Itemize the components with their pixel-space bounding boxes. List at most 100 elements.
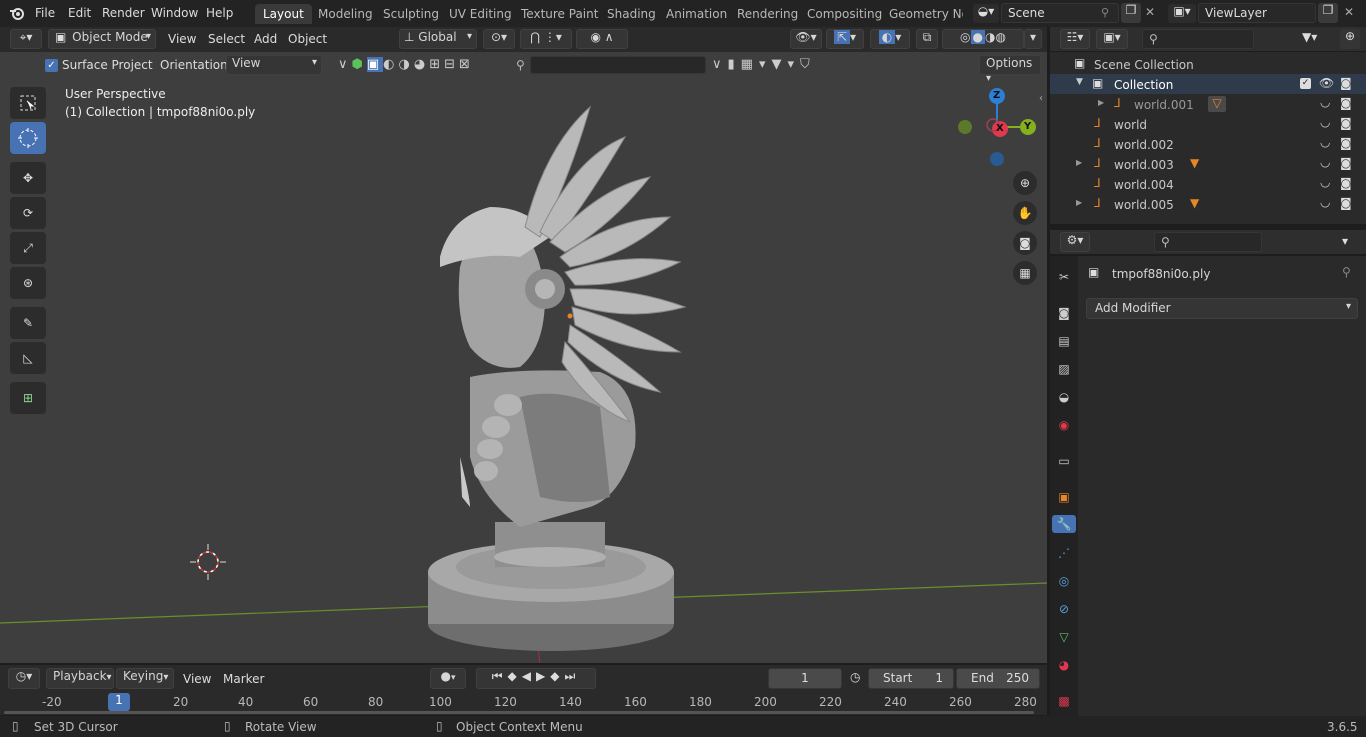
modifier-wrench-icon[interactable]: ▽	[1208, 96, 1226, 112]
jump-start-icon[interactable]: ⏮	[492, 669, 508, 683]
playback-controls[interactable]: ⏮◆◀▶◆⏭	[476, 668, 596, 689]
pan-hand-icon[interactable]: ✋	[1013, 201, 1037, 225]
menu-help[interactable]: Help	[206, 6, 233, 20]
pivot-point-icon[interactable]: ⊙▾	[483, 29, 515, 49]
menu-object[interactable]: Object	[288, 32, 327, 46]
view-layer-icon[interactable]: ▣▾	[1168, 4, 1196, 23]
outliner-item-world-003[interactable]: ▶ ⅃ world.003 ▼ ◡ ◙	[1050, 154, 1366, 174]
collection-row[interactable]: ▼ ▣ Collection ✓ 👁 ◙	[1050, 74, 1366, 94]
tab-texture-paint[interactable]: Texture Paint	[513, 4, 606, 24]
render-camera-icon[interactable]: ◙	[1340, 96, 1352, 110]
outliner-item-world-005[interactable]: ▶ ⅃ world.005 ▼ ◡ ◙	[1050, 194, 1366, 214]
rendered-shading-icon[interactable]: ◍	[995, 30, 1005, 44]
expand-arrow-icon[interactable]: ▶	[1076, 198, 1082, 207]
cursor-tool[interactable]	[10, 122, 46, 154]
particles-tab-icon[interactable]: ⋰	[1055, 544, 1073, 562]
rotate-tool[interactable]: ⟳	[10, 197, 46, 229]
physics-tab-icon[interactable]: ◎	[1055, 572, 1073, 590]
hide-eye-icon[interactable]: ◡	[1320, 155, 1330, 169]
stopwatch-icon[interactable]: ◷	[850, 670, 860, 684]
display-mode-icon[interactable]: ▣▾	[1096, 29, 1128, 49]
orientation-dropdown[interactable]: View ▾	[226, 55, 322, 75]
xray-toggle-icon[interactable]: ⧉	[916, 29, 938, 49]
current-frame-field[interactable]: 1	[768, 668, 842, 689]
modifier-icon[interactable]: ▼	[1190, 196, 1199, 210]
modifier-tab-icon[interactable]: 🔧	[1052, 515, 1076, 533]
filter-funnel-icon[interactable]: ▼▾	[1302, 30, 1317, 44]
expand-arrow-icon[interactable]: ▶	[1098, 98, 1104, 107]
tab-layout[interactable]: Layout	[255, 4, 312, 24]
measure-tool[interactable]: ◺	[10, 342, 46, 374]
render-camera-icon[interactable]: ◙	[1340, 116, 1352, 130]
tab-shading[interactable]: Shading	[599, 4, 664, 24]
output-tab-icon[interactable]: ▤	[1055, 332, 1073, 350]
data-tab-icon[interactable]: ▽	[1055, 628, 1073, 646]
properties-options-icon[interactable]: ▾	[1342, 234, 1348, 248]
solid-shading-icon[interactable]: ●	[970, 30, 985, 44]
blender-logo-icon[interactable]	[9, 5, 25, 21]
outliner-item-world-001[interactable]: ▶ ⅃ world.001 ▽ ◡ ◙	[1050, 94, 1366, 114]
transform-tool[interactable]: ⊛	[10, 267, 46, 299]
editor-type-icon[interactable]: ⌖▾	[10, 29, 42, 49]
move-tool[interactable]: ✥	[10, 162, 46, 194]
shading-modes[interactable]: ◎ ● ◑◍	[942, 29, 1024, 49]
timeline-scrollbar[interactable]	[4, 711, 1034, 714]
modifier-icon[interactable]: ▼	[1190, 156, 1199, 170]
shading-options-icon[interactable]: ▾	[1024, 29, 1042, 49]
snap-elements-icons[interactable]: ∨⬢▣◐◑◕⊞⊟⊠	[338, 57, 474, 72]
object-tab-icon[interactable]: ▣	[1055, 488, 1073, 506]
hide-eye-icon[interactable]: ◡	[1320, 135, 1330, 149]
new-scene-icon[interactable]: ❐	[1121, 3, 1141, 23]
outliner-editor-type-icon[interactable]: ☷▾	[1060, 29, 1090, 49]
outliner-item-world-002[interactable]: ⅃ world.002 ◡ ◙	[1050, 134, 1366, 154]
render-tab-icon[interactable]: ◙	[1055, 304, 1073, 322]
search-field[interactable]	[530, 56, 706, 74]
pin-icon[interactable]: ⚲	[1101, 6, 1109, 19]
hide-eye-icon[interactable]: ◡	[1320, 175, 1330, 189]
ortho-toggle-icon[interactable]: ▦	[1013, 261, 1037, 285]
hide-eye-icon[interactable]: ◡	[1320, 195, 1330, 209]
play-icon[interactable]: ▶	[536, 669, 550, 683]
next-keyframe-icon[interactable]: ◆	[550, 669, 564, 683]
menu-file[interactable]: File	[35, 6, 55, 20]
visibility-icon[interactable]: 👁▾	[790, 29, 822, 49]
new-collection-icon[interactable]: ⊕	[1340, 29, 1360, 49]
playhead[interactable]: 1	[108, 693, 130, 711]
properties-search-input[interactable]: ⚲	[1154, 232, 1262, 252]
material-shading-icon[interactable]: ◑	[985, 30, 995, 44]
menu-select[interactable]: Select	[208, 32, 245, 46]
scene-tab-icon[interactable]: ◒	[1055, 388, 1073, 406]
expand-arrow-icon[interactable]: ▶	[1076, 158, 1082, 167]
tab-modeling[interactable]: Modeling	[310, 4, 381, 24]
menu-window[interactable]: Window	[151, 6, 198, 20]
options-dropdown[interactable]: Options ▾	[979, 55, 1041, 84]
properties-editor-type-icon[interactable]: ⚙▾	[1060, 232, 1090, 252]
material-tab-icon[interactable]: ◕	[1055, 656, 1073, 674]
gizmo-toggle-icon[interactable]: ⇱ ▾	[826, 29, 864, 49]
delete-scene-icon[interactable]: ✕	[1145, 5, 1155, 19]
tab-geometry-nodes[interactable]: Geometry Noc	[881, 4, 963, 24]
record-button[interactable]: ●▾	[430, 668, 466, 689]
texture-tab-icon[interactable]: ▩	[1055, 692, 1073, 710]
camera-view-icon[interactable]: ◙	[1013, 231, 1037, 255]
prev-keyframe-icon[interactable]: ◆	[508, 669, 522, 683]
view-layer-field[interactable]: ViewLayer	[1198, 3, 1316, 23]
surface-project-checkbox[interactable]: ✓	[45, 59, 58, 72]
playback-dropdown[interactable]: Playback▾	[46, 668, 114, 689]
constraints-tab-icon[interactable]: ⊘	[1055, 600, 1073, 618]
outliner-item-world[interactable]: ⅃ world ◡ ◙	[1050, 114, 1366, 134]
render-camera-icon[interactable]: ◙	[1340, 176, 1352, 190]
render-camera-icon[interactable]: ◙	[1340, 156, 1352, 170]
add-modifier-dropdown[interactable]: Add Modifier ▾	[1086, 298, 1358, 319]
play-reverse-icon[interactable]: ◀	[522, 669, 536, 683]
menu-edit[interactable]: Edit	[68, 6, 91, 20]
select-box-tool[interactable]	[10, 87, 46, 119]
timeline-editor-type-icon[interactable]: ◷▾	[8, 668, 40, 689]
mode-dropdown[interactable]: ▣ Object Mode ▾	[48, 29, 156, 49]
scale-tool[interactable]: ⤢	[10, 232, 46, 264]
tab-uv-editing[interactable]: UV Editing	[441, 4, 520, 24]
start-frame-field[interactable]: Start 1	[868, 668, 954, 689]
outliner-search-input[interactable]: ⚲	[1142, 29, 1254, 49]
filter-icons[interactable]: ∨▮▦▾▼▾⛉	[712, 57, 816, 72]
collection-tab-icon[interactable]: ▭	[1055, 452, 1073, 470]
